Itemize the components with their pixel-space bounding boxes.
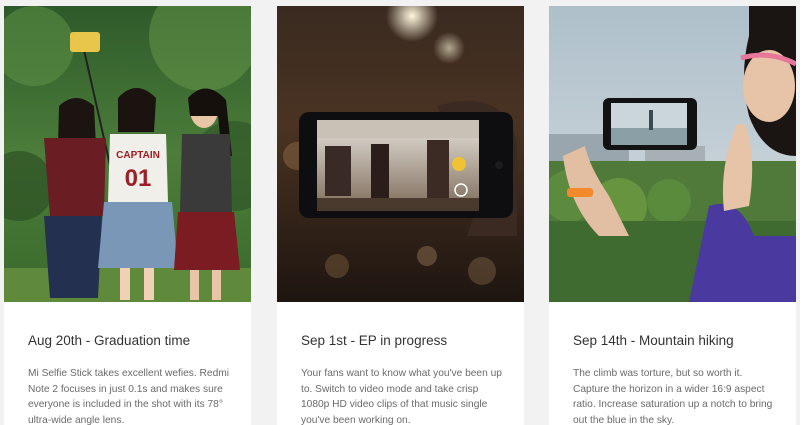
card-title: Sep 1st - EP in progress (301, 333, 448, 348)
card-description: Your fans want to know what you've been … (301, 368, 502, 425)
card-mountain-hiking: Sep 14th - Mountain hiking The climb was… (549, 6, 796, 425)
shirt-text-captain: CAPTAIN (116, 150, 160, 161)
card-graduation: CAPTAIN 01 Aug 20th - Graduation time Mi… (4, 6, 251, 425)
card-ep-progress-text: Sep 1st - EP in progress Your fans want … (301, 332, 506, 425)
card-graduation-text: Aug 20th - Graduation time Mi Selfie Sti… (28, 332, 233, 425)
card-description: Mi Selfie Stick takes excellent wefies. … (28, 368, 229, 425)
graduation-selfie-photo: CAPTAIN 01 (4, 6, 251, 302)
concert-video-photo (277, 6, 524, 302)
card-mountain-hiking-text: Sep 14th - Mountain hiking The climb was… (573, 332, 778, 425)
card-title: Aug 20th - Graduation time (28, 333, 191, 348)
card-description: The climb was torture, but so worth it. … (573, 368, 773, 425)
shirt-text-number: 01 (125, 165, 152, 192)
card-ep-progress: Sep 1st - EP in progress Your fans want … (277, 6, 524, 425)
feature-cards-row: CAPTAIN 01 Aug 20th - Graduation time Mi… (0, 0, 800, 425)
card-title: Sep 14th - Mountain hiking (573, 333, 734, 348)
mountain-photo (549, 6, 796, 302)
